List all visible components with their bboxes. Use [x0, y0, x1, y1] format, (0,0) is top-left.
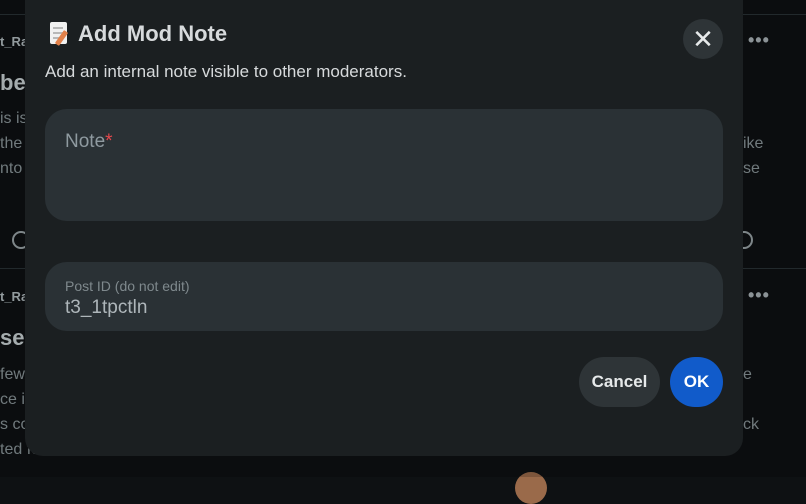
dialog-title-text: Add Mod Note — [78, 21, 228, 46]
post-id-field[interactable]: Post ID (do not edit) t3_1tpctln — [45, 262, 723, 331]
post-id-value[interactable]: t3_1tpctln — [65, 297, 147, 319]
note-field[interactable]: Note* — [45, 109, 723, 221]
dialog-subtitle: Add an internal note visible to other mo… — [45, 62, 407, 81]
close-icon: ✕ — [692, 24, 714, 54]
close-button[interactable]: ✕ — [683, 19, 723, 59]
required-mark: * — [105, 131, 113, 152]
post-id-label: Post ID (do not edit) — [65, 278, 190, 294]
memo-pencil-icon — [50, 22, 70, 46]
note-field-label: Note* — [65, 131, 113, 152]
ok-button[interactable]: OK — [670, 357, 723, 407]
cancel-button[interactable]: Cancel — [579, 357, 660, 407]
dialog-title: Add Mod Note — [50, 21, 227, 47]
add-mod-note-dialog: Add Mod Note Add an internal note visibl… — [25, 0, 743, 456]
